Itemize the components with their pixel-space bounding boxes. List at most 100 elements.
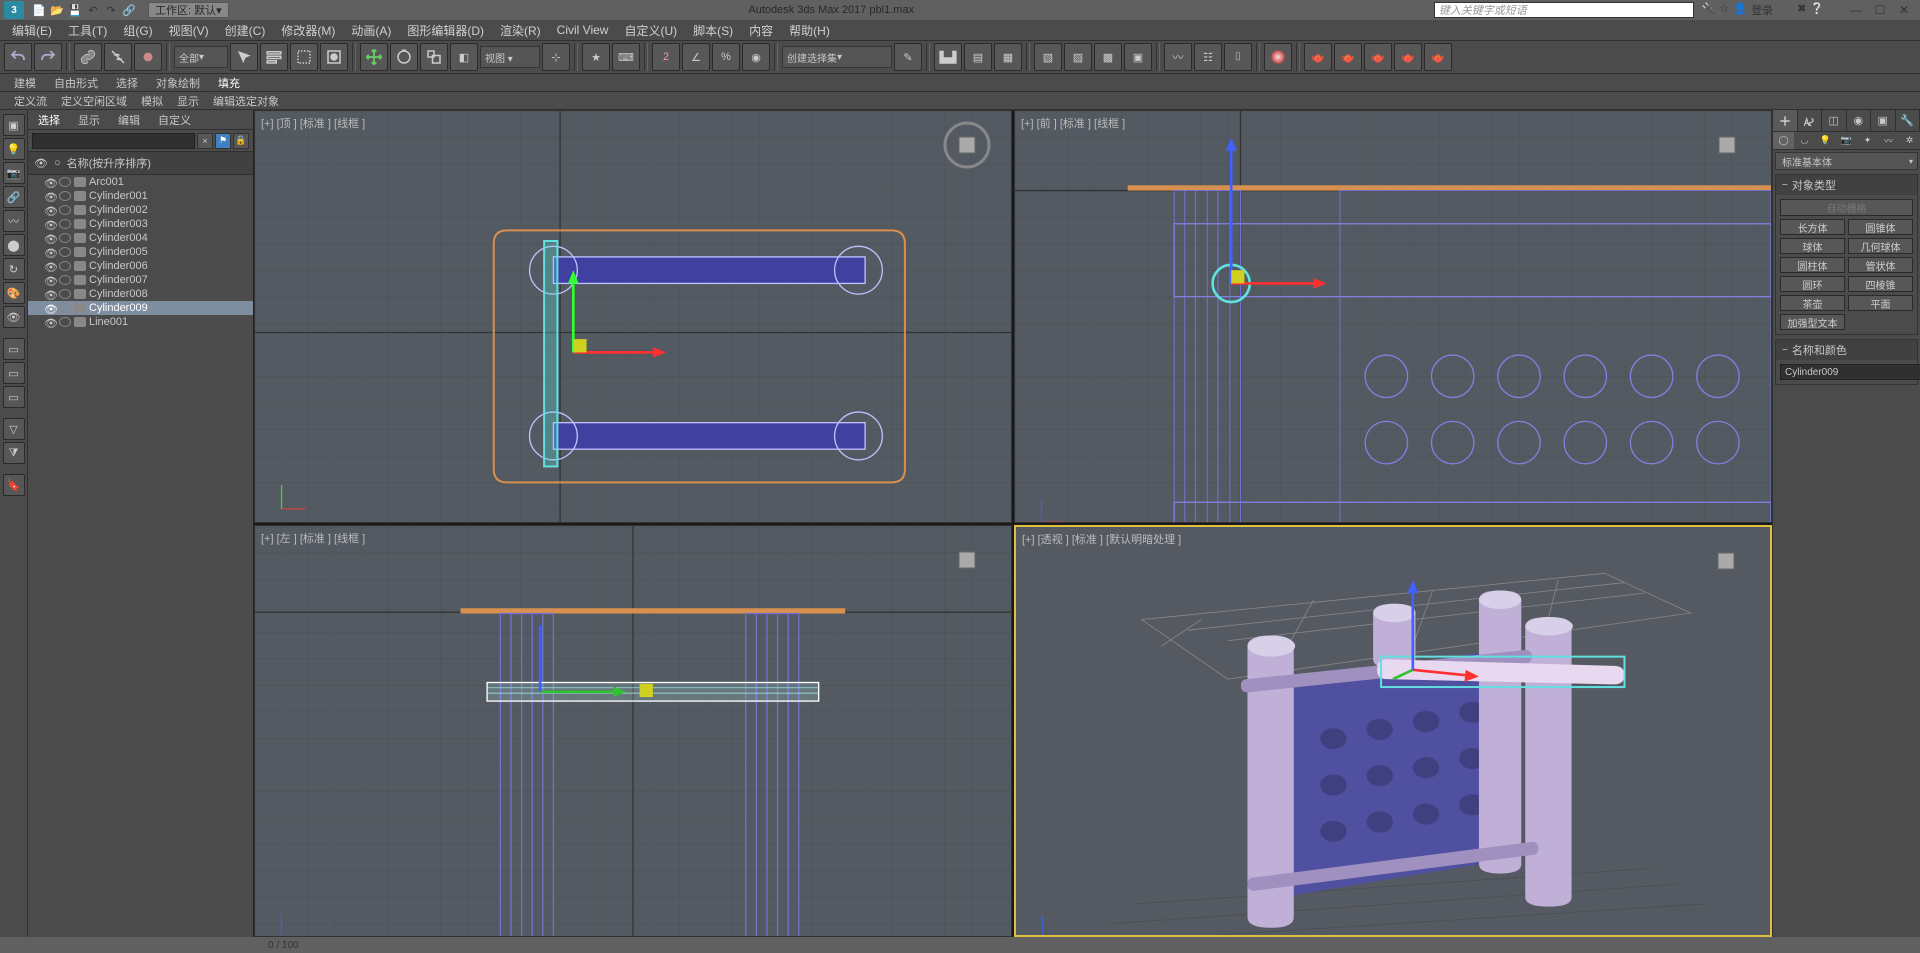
lights-subtab[interactable]: 💡 bbox=[1815, 132, 1836, 149]
schematic-button[interactable]: ⌷ bbox=[1224, 43, 1252, 71]
geometry-subtab[interactable]: ◯ bbox=[1773, 132, 1794, 149]
star-icon[interactable]: ☆ bbox=[1720, 2, 1730, 18]
display-tab[interactable]: ▣ bbox=[1871, 110, 1896, 131]
ribbon-item-display[interactable]: 显示 bbox=[177, 93, 199, 109]
render-online-button[interactable]: 🫖 bbox=[1424, 43, 1452, 71]
new-icon[interactable]: 📄 bbox=[30, 2, 48, 18]
search-clear-icon[interactable]: × bbox=[197, 133, 213, 149]
link-icon[interactable]: 🔗 bbox=[120, 2, 138, 18]
ribbon-item-sim[interactable]: 模拟 bbox=[141, 93, 163, 109]
scene-item[interactable]: 👁Cylinder003 bbox=[28, 217, 253, 231]
named-selection-set[interactable]: 创建选择集 ▾ bbox=[782, 46, 892, 68]
link-button[interactable] bbox=[74, 43, 102, 71]
ribbon-button[interactable]: ▣ bbox=[1124, 43, 1152, 71]
app-logo[interactable]: 3 bbox=[4, 1, 24, 19]
lb-paint-button[interactable]: 🎨 bbox=[3, 282, 25, 304]
helpers-subtab[interactable]: ✦ bbox=[1857, 132, 1878, 149]
scene-lock-icon[interactable]: 🔒 bbox=[233, 133, 249, 149]
scene-item[interactable]: 👁Cylinder004 bbox=[28, 231, 253, 245]
undo-icon[interactable]: ↶ bbox=[84, 2, 102, 18]
menu-civil[interactable]: Civil View bbox=[549, 21, 617, 39]
hierarchy-tab[interactable]: ◫ bbox=[1822, 110, 1847, 131]
search-input[interactable]: 键入关键字或短语 bbox=[1434, 2, 1694, 18]
pyramid-button[interactable]: 四棱锥 bbox=[1848, 276, 1913, 292]
select-name-button[interactable] bbox=[260, 43, 288, 71]
ribbon-tab-selection[interactable]: 选择 bbox=[116, 75, 138, 91]
viewcube-icon[interactable] bbox=[943, 536, 991, 584]
ribbon-tab-freeform[interactable]: 自由形式 bbox=[54, 75, 98, 91]
rollout-header-namecolor[interactable]: 名称和颜色 bbox=[1776, 340, 1917, 360]
scene-item[interactable]: 👁Cylinder009 bbox=[28, 301, 253, 315]
eye-icon[interactable]: 👁 bbox=[44, 191, 56, 201]
create-tab[interactable] bbox=[1773, 110, 1798, 131]
minimize-button[interactable]: — bbox=[1844, 1, 1868, 19]
shapes-subtab[interactable]: ◡ bbox=[1794, 132, 1815, 149]
menu-render[interactable]: 渲染(R) bbox=[492, 20, 549, 41]
freeze-icon[interactable] bbox=[59, 219, 71, 229]
close-button[interactable]: ✕ bbox=[1892, 1, 1916, 19]
snap-2d-button[interactable]: 2 bbox=[652, 43, 680, 71]
select-scale-button[interactable] bbox=[420, 43, 448, 71]
eye-icon[interactable]: 👁 bbox=[44, 233, 56, 243]
snap-percent-button[interactable]: % bbox=[712, 43, 740, 71]
mirror-button[interactable]: ▙▟ bbox=[934, 43, 962, 71]
maximize-button[interactable]: ☐ bbox=[1868, 1, 1892, 19]
pivot-button[interactable]: ⊹ bbox=[542, 43, 570, 71]
scene-item[interactable]: 👁Arc001 bbox=[28, 175, 253, 189]
menu-create[interactable]: 创建(C) bbox=[217, 20, 274, 41]
lb-rect1-button[interactable]: ▭ bbox=[3, 338, 25, 360]
material-button[interactable] bbox=[1264, 43, 1292, 71]
scene-item[interactable]: 👁Cylinder001 bbox=[28, 189, 253, 203]
scene-item[interactable]: 👁Cylinder002 bbox=[28, 203, 253, 217]
login-label[interactable]: 登录 bbox=[1751, 2, 1773, 18]
utilities-tab[interactable]: 🔧 bbox=[1896, 110, 1920, 131]
menu-edit[interactable]: 编辑(E) bbox=[4, 20, 60, 41]
menu-tools[interactable]: 工具(T) bbox=[60, 20, 115, 41]
teapot-button[interactable]: 茶壶 bbox=[1780, 295, 1845, 311]
help-icon[interactable]: ❔ bbox=[1810, 2, 1824, 18]
save-icon[interactable]: 💾 bbox=[66, 2, 84, 18]
freeze-icon[interactable] bbox=[59, 303, 71, 313]
freeze-icon[interactable] bbox=[59, 289, 71, 299]
viewcube-icon[interactable] bbox=[943, 121, 991, 169]
textplus-button[interactable]: 加强型文本 bbox=[1780, 314, 1845, 330]
redo-icon[interactable]: ↷ bbox=[102, 2, 120, 18]
eye-icon[interactable]: 👁 bbox=[44, 275, 56, 285]
lb-funnel-button[interactable]: ⧩ bbox=[3, 442, 25, 464]
eye-icon[interactable]: 👁 bbox=[44, 303, 56, 313]
viewcube-icon[interactable] bbox=[1703, 121, 1751, 169]
keyboard-button[interactable]: ⌨ bbox=[612, 43, 640, 71]
viewport-front-label[interactable]: [+] [前 ] [标准 ] [线框 ] bbox=[1021, 115, 1125, 131]
viewport-perspective[interactable]: [+] [透视 ] [标准 ] [默认明暗处理 ] bbox=[1014, 525, 1772, 938]
freeze-icon[interactable] bbox=[59, 205, 71, 215]
freeze-icon[interactable] bbox=[59, 275, 71, 285]
display-layer-button[interactable]: ▩ bbox=[1094, 43, 1122, 71]
geosphere-button[interactable]: 几何球体 bbox=[1848, 238, 1913, 254]
freeze-icon[interactable] bbox=[59, 233, 71, 243]
user-icon[interactable]: 👤 bbox=[1733, 2, 1747, 18]
ribbon-tab-objpaint[interactable]: 对象绘制 bbox=[156, 75, 200, 91]
object-name-input[interactable] bbox=[1780, 364, 1920, 380]
layer-explorer-button[interactable]: ▨ bbox=[1064, 43, 1092, 71]
scene-search-input[interactable] bbox=[32, 133, 195, 149]
cone-button[interactable]: 圆锥体 bbox=[1848, 219, 1913, 235]
lb-rect3-button[interactable]: ▭ bbox=[3, 386, 25, 408]
scene-tab-edit[interactable]: 编辑 bbox=[118, 112, 140, 128]
freeze-icon[interactable] bbox=[59, 247, 71, 257]
menu-customize[interactable]: 自定义(U) bbox=[616, 20, 685, 41]
scene-item[interactable]: 👁Cylinder008 bbox=[28, 287, 253, 301]
freeze-icon[interactable] bbox=[59, 317, 71, 327]
scene-filter-icon[interactable]: ⚑ bbox=[215, 133, 231, 149]
lb-link-button[interactable]: 🔗 bbox=[3, 186, 25, 208]
lb-camera-button[interactable]: 📷 bbox=[3, 162, 25, 184]
eye-icon[interactable]: 👁 bbox=[44, 247, 56, 257]
viewport-left[interactable]: [+] [左 ] [标准 ] [线框 ] bbox=[254, 525, 1012, 938]
undo-button[interactable] bbox=[4, 43, 32, 71]
selection-filter-dropdown[interactable]: 全部 ▾ bbox=[174, 46, 228, 68]
eye-icon[interactable]: 👁 bbox=[44, 177, 56, 187]
lb-sphere-button[interactable]: ⬤ bbox=[3, 234, 25, 256]
menu-script[interactable]: 脚本(S) bbox=[685, 20, 741, 41]
viewport-top[interactable]: [+] [顶 ] [标准 ] [线框 ] bbox=[254, 110, 1012, 523]
ribbon-tab-populate[interactable]: 填充 bbox=[218, 75, 240, 91]
cameras-subtab[interactable]: 📷 bbox=[1836, 132, 1857, 149]
